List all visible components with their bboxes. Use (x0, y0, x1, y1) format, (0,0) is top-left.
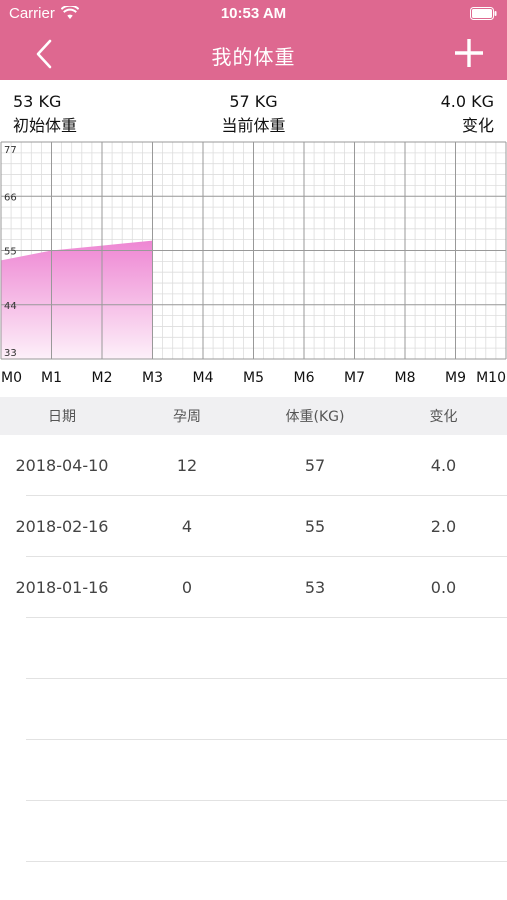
weight-change-value: 4.0 KG (440, 92, 494, 111)
x-tick-label: M9 (445, 370, 466, 386)
weight-change: 4.0 KG 变化 (441, 90, 494, 138)
current-weight-value: 57 KG (229, 92, 278, 111)
x-tick-label: M6 (294, 370, 315, 386)
status-time: 10:53 AM (220, 5, 287, 22)
header-week: 孕周 (173, 409, 201, 425)
y-tick-label: 55 (4, 247, 17, 258)
y-tick-label: 77 (4, 145, 17, 156)
battery-icon (470, 7, 497, 20)
row-weight: 53 (304, 578, 326, 597)
row-week: 12 (176, 456, 198, 475)
page-title: 我的体重 (211, 45, 296, 69)
initial-weight-value: 53 KG (13, 92, 62, 111)
x-tick-label: M5 (243, 370, 264, 386)
row-date: 2018-01-16 (15, 578, 109, 597)
current-weight: 57 KG 当前体重 (190, 90, 317, 138)
weight-area (1, 240, 153, 359)
weight-records: 2018-04-10 12 57 4.0 2018-02-16 4 55 2.0… (0, 435, 507, 862)
initial-weight-label: 初始体重 (13, 116, 78, 135)
weight-summary: 53 KG 初始体重 57 KG 当前体重 4.0 KG 变化 (0, 90, 507, 140)
x-tick-label: M3 (142, 370, 163, 386)
x-tick-label: M1 (41, 370, 62, 386)
row-change: 2.0 (430, 517, 457, 536)
row-divider (26, 617, 507, 618)
current-weight-label: 当前体重 (221, 116, 286, 135)
nav-bar: 我的体重 (0, 28, 507, 80)
x-tick-label: M0 (1, 370, 22, 386)
header-weight: 体重(KG) (285, 409, 345, 425)
x-tick-label: M2 (92, 370, 113, 386)
table-row[interactable]: 2018-01-16 0 53 0.0 (0, 557, 507, 618)
weight-screen: Carrier 10:53 AM 我的体重 53 KG 初始体重 57 KG 当… (0, 0, 507, 900)
table-header: 日期 孕周 体重(KG) 变化 (0, 397, 507, 435)
row-week: 4 (181, 517, 193, 536)
y-tick-label: 44 (4, 301, 17, 312)
table-row[interactable]: 2018-02-16 4 55 2.0 (0, 496, 507, 557)
weight-chart-svg: 33 44 55 66 77 M0 M1 M2 M3 M4 M5 M6 M7 M8 M9 M10 (0, 141, 507, 386)
row-divider (26, 739, 507, 740)
status-bar: Carrier 10:53 AM (0, 0, 507, 28)
row-weight: 57 (304, 456, 326, 475)
x-tick-label: M10 (476, 370, 506, 386)
header-bar: Carrier 10:53 AM 我的体重 (0, 0, 507, 80)
y-tick-label: 33 (4, 348, 17, 359)
row-date: 2018-04-10 (15, 456, 109, 475)
row-divider (26, 800, 507, 801)
header-date: 日期 (48, 409, 76, 425)
header-change: 变化 (429, 409, 458, 425)
table-row[interactable]: 2018-04-10 12 57 4.0 (0, 435, 507, 496)
x-tick-label: M7 (344, 370, 365, 386)
y-tick-label: 66 (4, 192, 17, 203)
add-button[interactable] (455, 39, 483, 67)
row-week: 0 (181, 578, 193, 597)
row-weight: 55 (304, 517, 326, 536)
x-tick-label: M4 (193, 370, 214, 386)
x-tick-label: M8 (395, 370, 416, 386)
weight-change-label: 变化 (461, 116, 494, 135)
row-date: 2018-02-16 (15, 517, 109, 536)
row-divider (26, 861, 507, 862)
weight-chart: 33 44 55 66 77 M0 M1 M2 M3 M4 M5 M6 M7 M8 M9 M10 (0, 140, 507, 390)
initial-weight: 53 KG 初始体重 (13, 90, 77, 138)
row-change: 0.0 (430, 578, 457, 597)
row-divider (26, 678, 507, 679)
row-change: 4.0 (430, 456, 457, 475)
